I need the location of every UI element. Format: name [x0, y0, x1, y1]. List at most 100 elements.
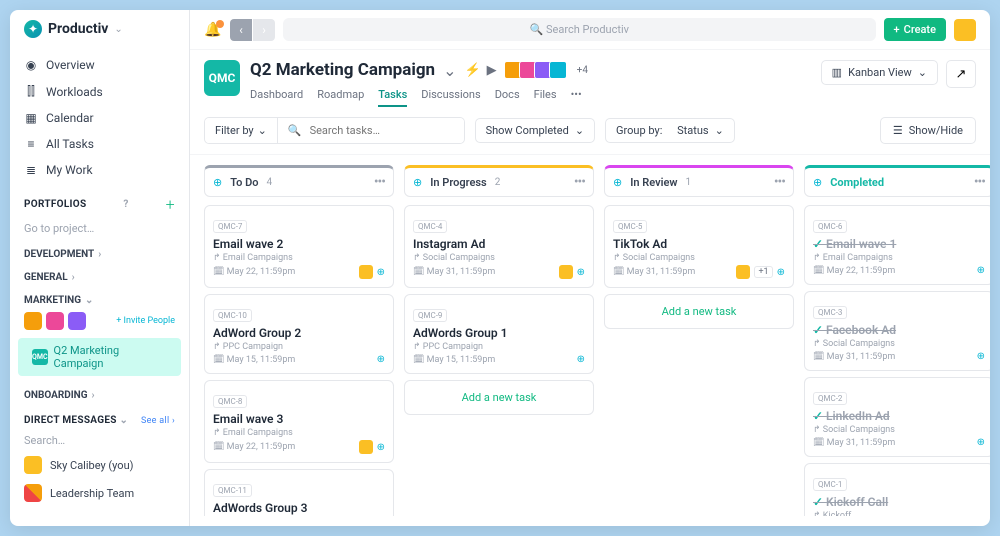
add-task-button[interactable]: Add a new task: [604, 294, 794, 329]
title-dropdown-icon[interactable]: ⌄: [443, 61, 456, 80]
group-marketing[interactable]: MARKETING: [10, 285, 189, 308]
task-card[interactable]: QMC-6Email wave 1↱ Email Campaigns🗓 May …: [804, 205, 990, 285]
user-avatar[interactable]: [954, 19, 976, 41]
task-id: QMC-2: [813, 392, 847, 405]
search-tasks-field[interactable]: 🔍: [277, 118, 464, 143]
column-menu-icon[interactable]: •••: [774, 174, 785, 190]
tab-dashboard[interactable]: Dashboard: [250, 84, 303, 107]
task-action-icon[interactable]: ⊕: [977, 265, 985, 276]
nav-label: Workloads: [46, 85, 103, 99]
column-icon[interactable]: ⊕: [613, 176, 622, 189]
task-card[interactable]: QMC-9AdWords Group 1↱ PPC Campaign🗓 May …: [404, 294, 594, 374]
nav-item-workloads[interactable]: ⫿⫿Workloads: [10, 78, 189, 105]
task-card[interactable]: QMC-7Email wave 2↱ Email Campaigns🗓 May …: [204, 205, 394, 288]
task-id: QMC-11: [213, 484, 252, 497]
task-card[interactable]: QMC-11AdWords Group 3↱ PPC Campaign🗓 May…: [204, 469, 394, 516]
group-by-selector[interactable]: Group by: Status ⌄: [605, 118, 735, 143]
task-action-icon[interactable]: ⊕: [977, 351, 985, 362]
tab-more[interactable]: •••: [571, 84, 582, 107]
column-icon[interactable]: ⊕: [813, 176, 822, 189]
column-menu-icon[interactable]: •••: [974, 174, 985, 190]
task-card[interactable]: QMC-8Email wave 3↱ Email Campaigns🗓 May …: [204, 380, 394, 463]
filter-by-button[interactable]: Filter by ⌄: [205, 118, 277, 143]
task-date: 🗓 May 31, 11:59pm: [613, 267, 695, 277]
column-icon[interactable]: ⊕: [413, 176, 422, 189]
assignee-avatar[interactable]: [359, 440, 373, 454]
tab-discussions[interactable]: Discussions: [421, 84, 480, 107]
share-button[interactable]: ↗: [946, 60, 976, 88]
search-tasks-input[interactable]: [306, 124, 454, 137]
filter-group: Filter by ⌄ 🔍: [204, 117, 465, 144]
task-card[interactable]: QMC-2LinkedIn Ad↱ Social Campaigns🗓 May …: [804, 377, 990, 457]
nav-item-all-tasks[interactable]: ≡All Tasks: [10, 131, 189, 157]
column-icon[interactable]: ⊕: [213, 176, 222, 189]
see-all-link[interactable]: See all ›: [141, 416, 175, 426]
task-card[interactable]: QMC-5TikTok Ad↱ Social Campaigns🗓 May 31…: [604, 205, 794, 288]
avatar[interactable]: [68, 312, 86, 330]
global-search-input[interactable]: 🔍 Search Productiv: [283, 18, 876, 41]
task-action-icon[interactable]: ⊕: [377, 354, 385, 365]
tab-roadmap[interactable]: Roadmap: [317, 84, 364, 107]
column-menu-icon[interactable]: •••: [374, 174, 385, 190]
play-icon[interactable]: ▶: [487, 63, 497, 78]
task-card[interactable]: QMC-1Kickoff Call↱ Kickoff🗓 Apr 11, 11:5…: [804, 463, 990, 516]
chevron-down-icon[interactable]: ⌄: [114, 24, 122, 35]
task-action-icon[interactable]: ⊕: [777, 267, 785, 278]
column-body: QMC-5TikTok Ad↱ Social Campaigns🗓 May 31…: [604, 205, 794, 516]
dm-label: Sky Calibey (you): [50, 459, 133, 472]
column-menu-icon[interactable]: •••: [574, 174, 585, 190]
tab-docs[interactable]: Docs: [495, 84, 520, 107]
task-action-icon[interactable]: ⊕: [577, 267, 585, 278]
group-onboarding[interactable]: ONBOARDING: [10, 380, 189, 403]
dm-item[interactable]: Leadership Team: [10, 479, 189, 507]
forward-button[interactable]: ›: [253, 19, 275, 41]
assignee-avatar[interactable]: [359, 265, 373, 279]
create-button[interactable]: + Create: [884, 18, 946, 41]
project-item-active[interactable]: QMC Q2 Marketing Campaign: [18, 338, 181, 376]
logo[interactable]: ✦ Productiv ⌄: [10, 20, 189, 52]
task-card[interactable]: QMC-4Instagram Ad↱ Social Campaigns🗓 May…: [404, 205, 594, 288]
sliders-icon: ☰: [893, 124, 903, 137]
task-card[interactable]: QMC-10AdWord Group 2↱ PPC Campaign🗓 May …: [204, 294, 394, 374]
view-selector[interactable]: ▥ Kanban View ⌄: [821, 60, 938, 85]
tab-files[interactable]: Files: [534, 84, 557, 107]
task-id: QMC-1: [813, 478, 847, 491]
add-portfolio-button[interactable]: +: [166, 195, 175, 214]
assignee-avatar[interactable]: [736, 265, 750, 279]
assignee-avatars[interactable]: [507, 61, 567, 79]
avatar[interactable]: [46, 312, 64, 330]
task-category: ↱ Email Campaigns: [213, 428, 385, 438]
dm-search-input[interactable]: Search…: [10, 430, 189, 451]
tab-tasks[interactable]: Tasks: [378, 84, 407, 107]
more-assignees[interactable]: +4: [577, 65, 588, 76]
task-card[interactable]: QMC-3Facebook Ad↱ Social Campaigns🗓 May …: [804, 291, 990, 371]
bolt-icon[interactable]: ⚡: [464, 63, 480, 78]
nav-item-overview[interactable]: ◉Overview: [10, 52, 189, 78]
group-development[interactable]: DEVELOPMENT: [10, 239, 189, 262]
show-hide-button[interactable]: ☰ Show/Hide: [880, 117, 976, 144]
assignee-avatar[interactable]: [559, 265, 573, 279]
column-count: 2: [495, 177, 501, 188]
task-action-icon[interactable]: ⊕: [977, 437, 985, 448]
group-general[interactable]: GENERAL: [10, 262, 189, 285]
avatar[interactable]: [24, 312, 42, 330]
nav-item-calendar[interactable]: ▦Calendar: [10, 105, 189, 131]
task-category: ↱ Social Campaigns: [813, 339, 985, 349]
back-button[interactable]: ‹: [230, 19, 252, 41]
dm-label: Leadership Team: [50, 487, 134, 500]
task-action-icon[interactable]: ⊕: [377, 442, 385, 453]
nav-item-my-work[interactable]: ≣My Work: [10, 157, 189, 183]
main-panel: 🔔 ‹ › 🔍 Search Productiv + Create QMC Q2…: [190, 10, 990, 526]
task-action-icon[interactable]: ⊕: [577, 354, 585, 365]
topbar: 🔔 ‹ › 🔍 Search Productiv + Create: [190, 10, 990, 50]
show-completed-button[interactable]: Show Completed ⌄: [475, 118, 595, 143]
task-action-icon[interactable]: ⊕: [377, 267, 385, 278]
column-body: QMC-6Email wave 1↱ Email Campaigns🗓 May …: [804, 205, 990, 516]
add-task-button[interactable]: Add a new task: [404, 380, 594, 415]
go-to-project-input[interactable]: Go to project…: [10, 218, 189, 239]
invite-people-link[interactable]: + Invite People: [116, 316, 175, 326]
more-assignees-badge[interactable]: +1: [754, 266, 772, 278]
dm-item[interactable]: Sky Calibey (you): [10, 451, 189, 479]
notifications-icon[interactable]: 🔔: [204, 22, 222, 38]
info-icon[interactable]: ?: [123, 199, 128, 210]
